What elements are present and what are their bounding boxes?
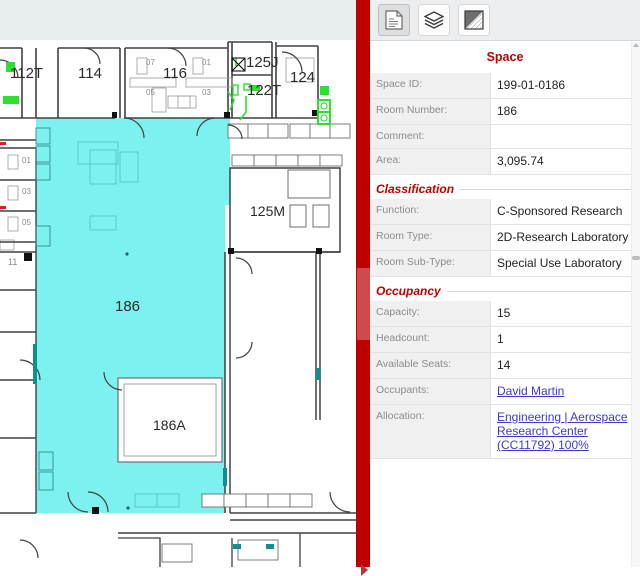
panel-scroll-area[interactable]: Space Space ID:199-01-0186Room Number:18… [370, 41, 640, 567]
room-label[interactable]: 122T [247, 82, 281, 99]
panel-scrollbar[interactable] [631, 41, 640, 567]
room-label[interactable]: 116 [163, 65, 187, 82]
field-row: Capacity:15 [370, 301, 640, 327]
splitter-collapse-handle[interactable] [357, 268, 370, 340]
room-label[interactable]: 112T [10, 65, 43, 82]
room-label[interactable]: 114 [78, 65, 102, 82]
field-value-link[interactable]: David Martin [497, 384, 564, 398]
field-value[interactable]: 3,095.74 [491, 149, 640, 175]
field-label: Comment: [370, 125, 491, 149]
layers-icon [424, 11, 444, 29]
room-label[interactable]: 125M [250, 203, 285, 219]
field-value[interactable] [491, 125, 640, 149]
panel-empty-space [370, 459, 640, 539]
field-value[interactable]: 199-01-0186 [491, 73, 640, 99]
space-fields-table: Space ID:199-01-0186Room Number:186Comme… [370, 73, 640, 459]
room-label[interactable]: 05 [146, 88, 155, 97]
field-label: Area: [370, 149, 491, 175]
panel-toolbar [370, 0, 640, 41]
field-row: Headcount:1 [370, 327, 640, 353]
room-label[interactable]: 01 [22, 156, 31, 165]
panel-splitter[interactable] [356, 0, 370, 567]
field-row: Occupants: David Martin [370, 379, 640, 405]
panel-title: Space [370, 41, 640, 73]
section-rule [460, 189, 634, 190]
field-row: Comment: [370, 125, 640, 149]
report-icon [385, 10, 403, 30]
field-row: Room Number:186 [370, 99, 640, 125]
room-label[interactable]: 124 [290, 69, 315, 86]
section-header-row: Occupancy [370, 277, 640, 302]
field-label: Room Number: [370, 99, 491, 125]
field-value[interactable]: David Martin [491, 379, 640, 405]
field-value-link[interactable]: Engineering | Aerospace Research Center … [497, 410, 628, 452]
field-value[interactable]: Engineering | Aerospace Research Center … [491, 405, 640, 459]
field-label: Allocation: [370, 405, 491, 459]
field-row: Space ID:199-01-0186 [370, 73, 640, 99]
floorplan-canvas[interactable]: 112T 114 116 125J 122T 124 125M 186 186A 07 05 01 03… [0, 0, 356, 567]
scrollbar-thumb[interactable] [632, 256, 640, 260]
field-row: Room Sub-Type:Special Use Laboratory [370, 251, 640, 277]
room-label[interactable]: 11 [8, 257, 17, 267]
room-label[interactable]: 186A [153, 417, 186, 433]
field-value[interactable]: 14 [491, 353, 640, 379]
room-label[interactable]: 186 [115, 298, 140, 315]
field-value[interactable]: C-Sponsored Research [491, 199, 640, 225]
section-header-row: Classification [370, 175, 640, 200]
application-window: 112T 114 116 125J 122T 124 125M 186 186A 07 05 01 03… [0, 0, 640, 567]
field-label: Function: [370, 199, 491, 225]
room-label[interactable]: 07 [146, 58, 155, 67]
section-title: Classification [376, 182, 454, 196]
field-row: Room Type:2D-Research Laboratory [370, 225, 640, 251]
room-label[interactable]: 01 [202, 58, 211, 67]
field-label: Headcount: [370, 327, 491, 353]
report-icon-button[interactable] [378, 4, 410, 36]
chevron-right-icon [361, 564, 368, 576]
field-label: Room Sub-Type: [370, 251, 491, 277]
section-title: Occupancy [376, 284, 441, 298]
field-value[interactable]: 186 [491, 99, 640, 125]
field-value[interactable]: 1 [491, 327, 640, 353]
room-label[interactable]: 125J [246, 54, 279, 71]
field-label: Capacity: [370, 301, 491, 327]
field-value[interactable]: 2D-Research Laboratory [491, 225, 640, 251]
field-row: Function:C-Sponsored Research [370, 199, 640, 225]
space-detail-panel: Space Space ID:199-01-0186Room Number:18… [370, 0, 640, 567]
field-label: Space ID: [370, 73, 491, 99]
fill-pattern-icon-button[interactable] [458, 4, 490, 36]
floorplan-drawing[interactable]: 112T 114 116 125J 122T 124 125M 186 186A 07 05 01 03… [0, 0, 356, 567]
layers-icon-button[interactable] [418, 4, 450, 36]
room-label[interactable]: 05 [22, 218, 31, 227]
field-row: Area:3,095.74 [370, 149, 640, 175]
field-label: Occupants: [370, 379, 491, 405]
fill-pattern-icon [464, 10, 484, 30]
room-label[interactable]: 03 [22, 187, 31, 196]
scroll-up-arrow-icon[interactable] [633, 43, 639, 47]
field-row: Allocation:Engineering | Aerospace Resea… [370, 405, 640, 459]
room-label[interactable]: 03 [202, 88, 211, 97]
field-value[interactable]: Special Use Laboratory [491, 251, 640, 277]
section-rule [447, 291, 634, 292]
field-label: Room Type: [370, 225, 491, 251]
plan-marker-dot [125, 252, 128, 255]
field-label: Available Seats: [370, 353, 491, 379]
field-value[interactable]: 15 [491, 301, 640, 327]
field-row: Available Seats:14 [370, 353, 640, 379]
